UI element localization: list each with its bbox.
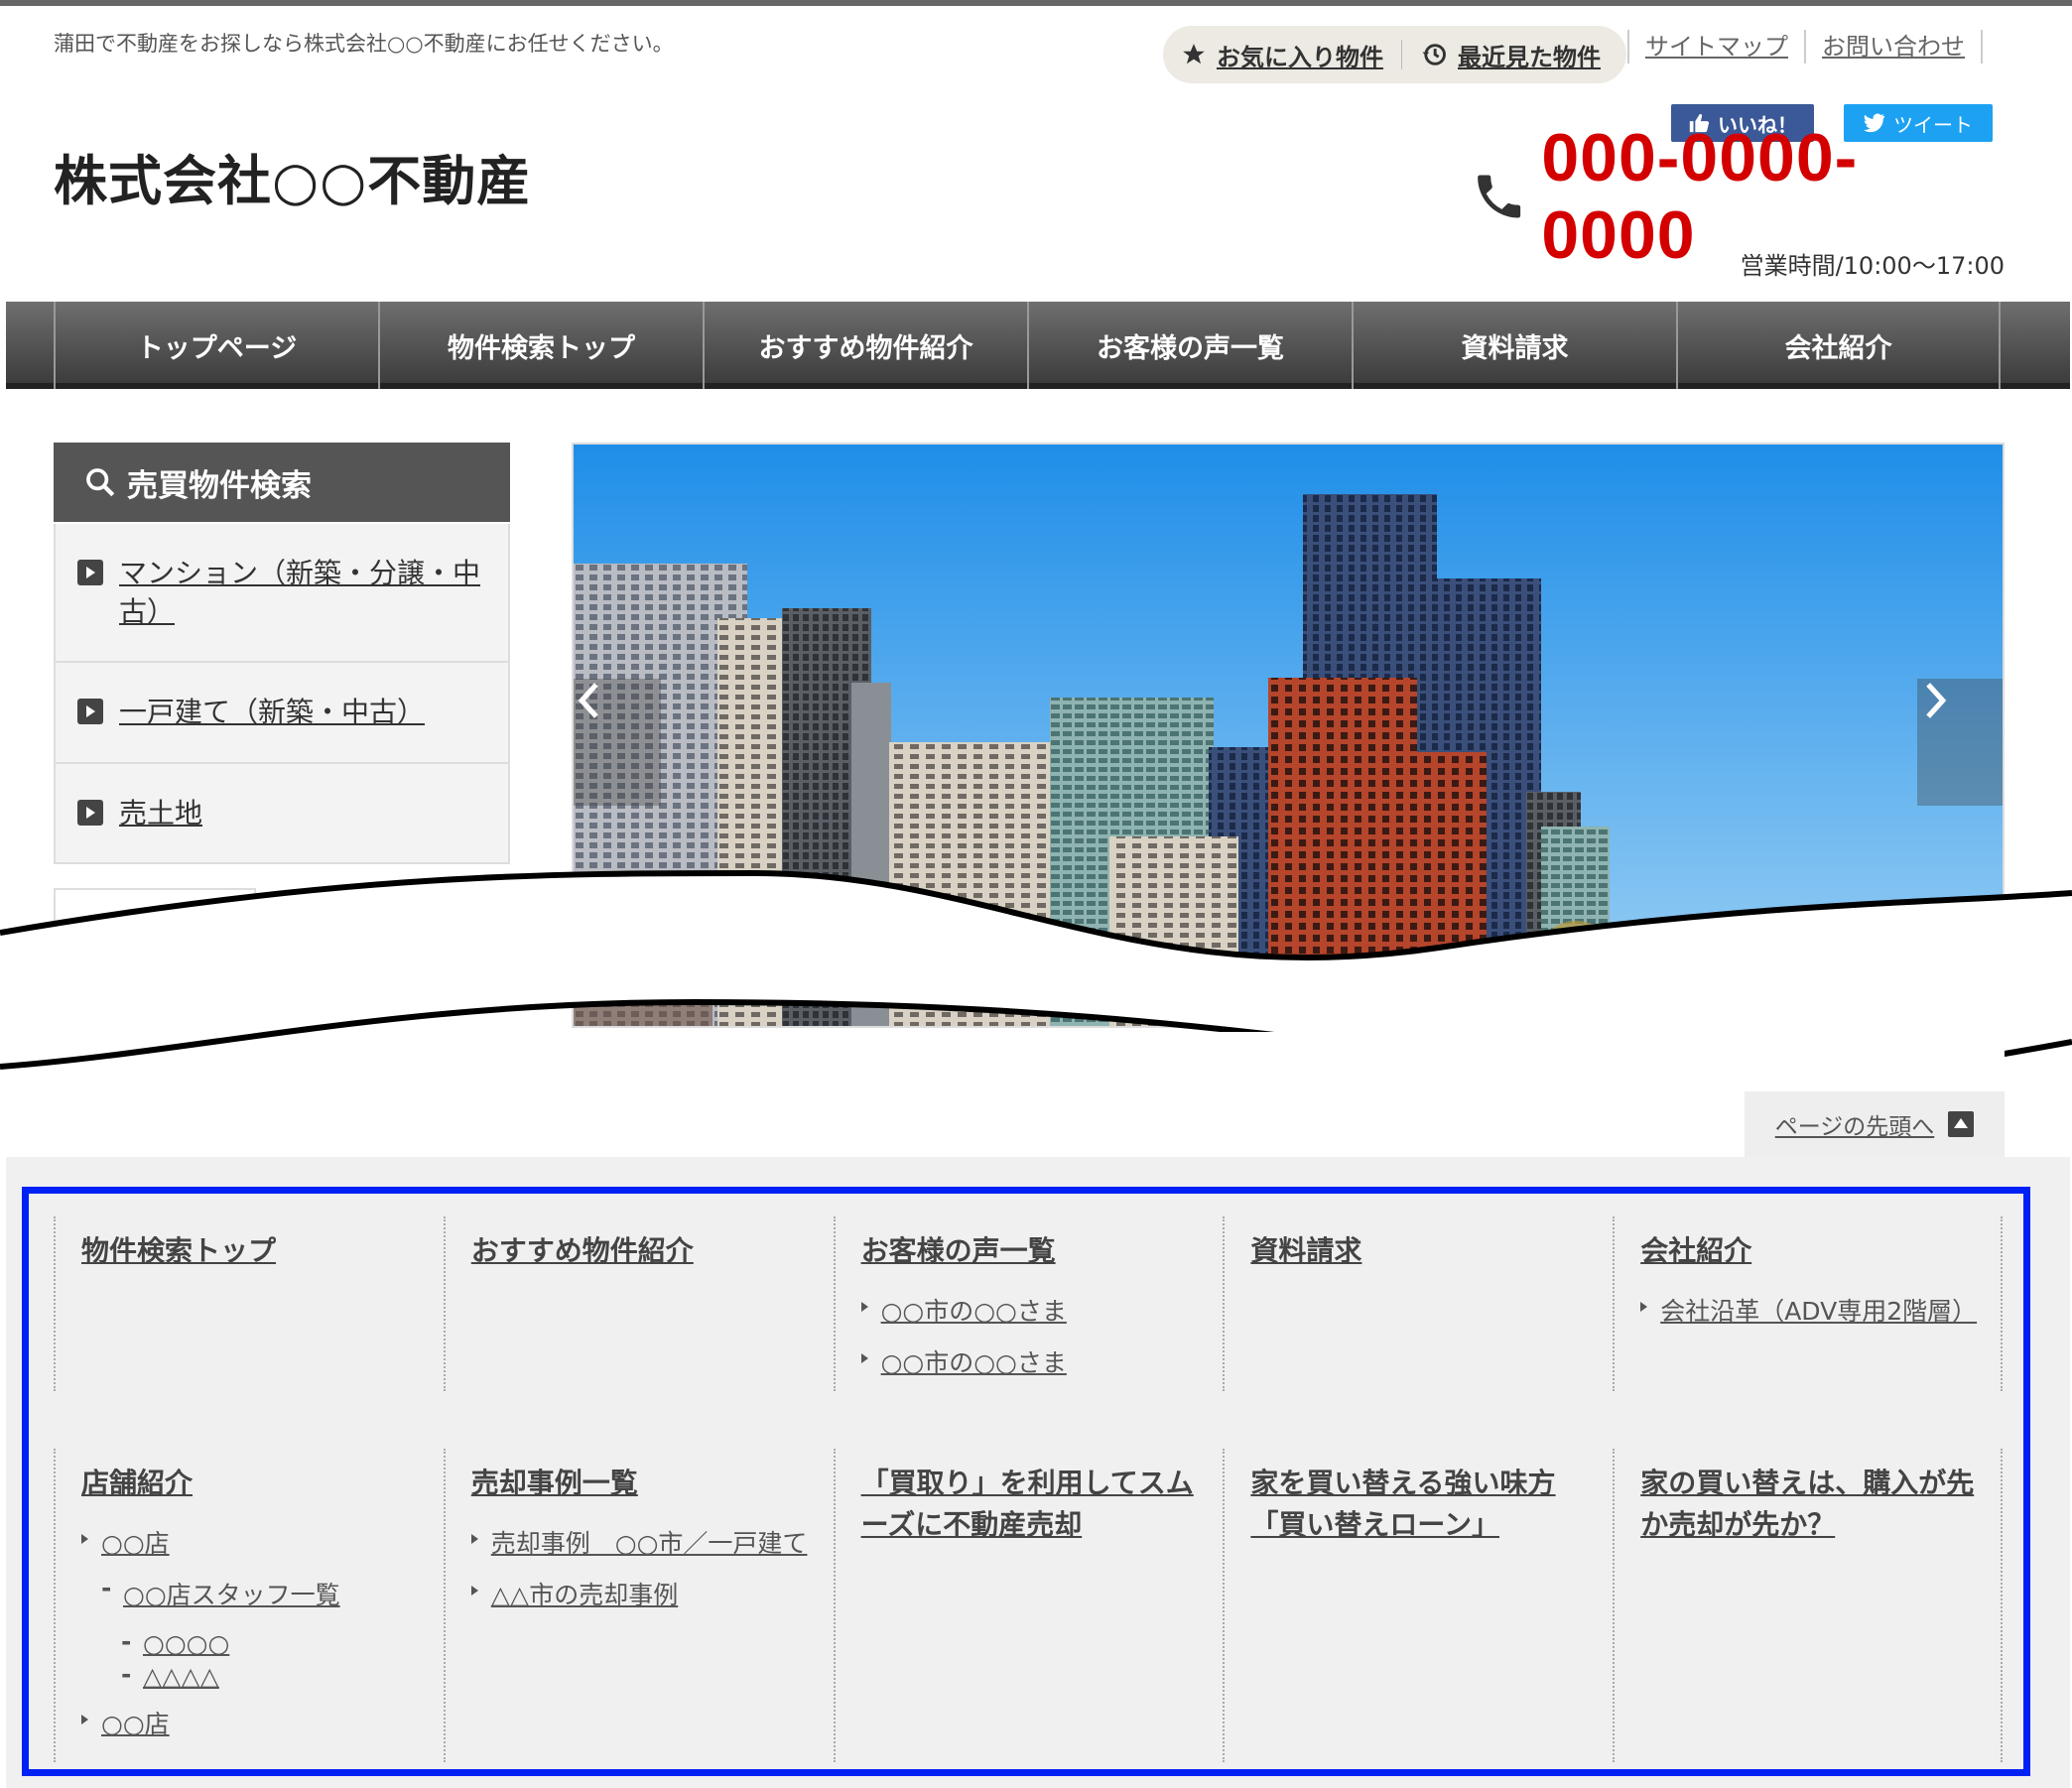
footer-link-search-top[interactable]: 物件検索トップ bbox=[81, 1230, 418, 1272]
slider-prev-button[interactable] bbox=[574, 679, 661, 806]
list-item: ○○市の○○さま bbox=[860, 1292, 1198, 1328]
recent-label: 最近見た物件 bbox=[1458, 43, 1601, 71]
phone-block: 000-0000-0000 bbox=[1471, 120, 2007, 273]
staff-link-b[interactable]: △△△△ bbox=[143, 1662, 219, 1691]
staff-link-a[interactable]: ○○○○ bbox=[143, 1629, 229, 1658]
list-item: 会社沿革（ADV専用2階層） bbox=[1640, 1292, 1977, 1328]
voices-sublist: ○○市の○○さま ○○市の○○さま bbox=[860, 1292, 1198, 1379]
search-title-text: 売買物件検索 bbox=[127, 467, 312, 504]
list-item: ○○○○ bbox=[121, 1627, 418, 1658]
footer-sitemap-row-1: 物件検索トップ おすすめ物件紹介 お客様の声一覧 ○○市の○○さま ○○市の○○… bbox=[54, 1216, 2003, 1391]
top-border bbox=[0, 0, 2072, 6]
slider-next-button[interactable] bbox=[1917, 679, 2003, 806]
sales-sublist: 売却事例 ○○市／一戸建て △△市の売却事例 bbox=[470, 1524, 808, 1611]
footer-link-sales[interactable]: 売却事例一覧 bbox=[471, 1463, 808, 1504]
footer-col-replace: 家の買い替えは、購入が先か売却が先か？ bbox=[1613, 1449, 2003, 1762]
footer-col-search: 物件検索トップ bbox=[54, 1216, 444, 1391]
store-link-2[interactable]: ○○店 bbox=[101, 1710, 170, 1738]
footer-link-voices[interactable]: お客様の声一覧 bbox=[861, 1230, 1198, 1272]
staff-sublist: ○○店スタッフ一覧 bbox=[81, 1574, 418, 1611]
footer-col-voices: お客様の声一覧 ○○市の○○さま ○○市の○○さま bbox=[833, 1216, 1224, 1391]
nav-recommended[interactable]: おすすめ物件紹介 bbox=[703, 302, 1027, 389]
favorites-link[interactable]: お気に入り物件 bbox=[1163, 38, 1401, 72]
nav-testimonials[interactable]: お客様の声一覧 bbox=[1027, 302, 1352, 389]
recent-link[interactable]: 最近見た物件 bbox=[1402, 38, 1619, 72]
history-icon bbox=[1422, 44, 1446, 65]
nav-property-search[interactable]: 物件検索トップ bbox=[378, 302, 703, 389]
contact-link[interactable]: お問い合わせ bbox=[1804, 30, 1983, 64]
search-item-land: 売土地 bbox=[56, 763, 508, 862]
page-cut-wave bbox=[0, 869, 2072, 1091]
footer-link-docs[interactable]: 資料請求 bbox=[1250, 1230, 1587, 1272]
chevron-right-icon bbox=[1926, 683, 1947, 718]
store-link-1[interactable]: ○○店 bbox=[101, 1529, 170, 1558]
history-link[interactable]: 会社沿革（ADV専用2階層） bbox=[1660, 1297, 1977, 1326]
business-hours: 営業時間/10:00～17:00 bbox=[1740, 252, 2005, 280]
list-item: ○○市の○○さま bbox=[860, 1343, 1198, 1379]
company-logo[interactable]: 株式会社○○不動産 bbox=[54, 137, 531, 215]
chevron-left-icon bbox=[578, 683, 598, 718]
search-category-list: マンション（新築・分譲・中古） 一戸建て（新築・中古） 売土地 bbox=[54, 524, 510, 864]
search-link-house[interactable]: 一戸建て（新築・中古） bbox=[119, 693, 425, 731]
footer-link-buyback[interactable]: 「買取り」を利用してスムーズに不動産売却 bbox=[861, 1463, 1198, 1546]
utility-links: サイトマップ お問い合わせ bbox=[1627, 30, 1983, 64]
play-square-icon bbox=[77, 699, 103, 725]
voice-link-2[interactable]: ○○市の○○さま bbox=[881, 1348, 1067, 1377]
search-item-house: 一戸建て（新築・中古） bbox=[56, 663, 508, 764]
play-square-icon bbox=[77, 799, 103, 826]
footer-col-docs: 資料請求 bbox=[1223, 1216, 1613, 1391]
star-icon bbox=[1183, 44, 1205, 64]
list-item: △△市の売却事例 bbox=[470, 1576, 808, 1611]
page-top-link-box: ページの先頭へ bbox=[1745, 1091, 2005, 1157]
footer-col-buyback: 「買取り」を利用してスムーズに不動産売却 bbox=[833, 1449, 1224, 1762]
stores-sublist: ○○店 ○○店スタッフ一覧 ○○○○ △△△△ ○○店 bbox=[81, 1524, 418, 1740]
global-nav: トップページ 物件検索トップ おすすめ物件紹介 お客様の声一覧 資料請求 会社紹… bbox=[6, 302, 2070, 389]
favorites-label: お気に入り物件 bbox=[1217, 43, 1383, 71]
search-link-land[interactable]: 売土地 bbox=[119, 794, 202, 832]
footer-link-loan[interactable]: 家を買い替える強い味方「買い替えローン」 bbox=[1250, 1463, 1587, 1546]
footer-col-stores: 店舗紹介 ○○店 ○○店スタッフ一覧 ○○○○ △△△△ ○○店 bbox=[54, 1449, 444, 1762]
footer-col-recommend: おすすめ物件紹介 bbox=[443, 1216, 834, 1391]
user-links-pill: お気に入り物件 最近見た物件 bbox=[1163, 26, 1626, 83]
search-link-mansion[interactable]: マンション（新築・分譲・中古） bbox=[119, 554, 486, 631]
footer-link-replace[interactable]: 家の買い替えは、購入が先か売却が先か？ bbox=[1640, 1463, 1975, 1546]
list-item: △△△△ bbox=[121, 1660, 418, 1691]
staff-members: ○○○○ △△△△ bbox=[81, 1627, 418, 1691]
list-item: ○○店 bbox=[81, 1705, 418, 1740]
staff-list-link[interactable]: ○○店スタッフ一覧 bbox=[123, 1581, 340, 1609]
nav-request-docs[interactable]: 資料請求 bbox=[1352, 302, 1676, 389]
nav-top-page[interactable]: トップページ bbox=[54, 302, 378, 389]
voice-link-1[interactable]: ○○市の○○さま bbox=[881, 1297, 1067, 1326]
footer-col-company: 会社紹介 会社沿革（ADV専用2階層） bbox=[1613, 1216, 2003, 1391]
sales-link-2[interactable]: △△市の売却事例 bbox=[491, 1581, 678, 1609]
phone-icon bbox=[1478, 175, 1521, 218]
company-sublist: 会社沿革（ADV専用2階層） bbox=[1640, 1292, 1977, 1328]
footer-col-sales: 売却事例一覧 売却事例 ○○市／一戸建て △△市の売却事例 bbox=[443, 1449, 834, 1762]
list-item: 売却事例 ○○市／一戸建て bbox=[470, 1524, 808, 1560]
list-item: ○○店スタッフ一覧 bbox=[101, 1574, 418, 1611]
search-icon bbox=[86, 468, 115, 497]
footer-link-company[interactable]: 会社紹介 bbox=[1640, 1230, 1975, 1272]
footer-link-recommend[interactable]: おすすめ物件紹介 bbox=[471, 1230, 808, 1272]
footer-col-loan: 家を買い替える強い味方「買い替えローン」 bbox=[1223, 1449, 1613, 1762]
footer-sitemap-row-2: 店舗紹介 ○○店 ○○店スタッフ一覧 ○○○○ △△△△ ○○店 売却事例一覧 … bbox=[54, 1449, 2003, 1762]
sales-link-1[interactable]: 売却事例 ○○市／一戸建て bbox=[491, 1529, 808, 1558]
sitemap-link[interactable]: サイトマップ bbox=[1627, 30, 1804, 64]
list-item: ○○店 bbox=[81, 1524, 418, 1560]
nav-company[interactable]: 会社紹介 bbox=[1676, 302, 2001, 389]
search-item-mansion: マンション（新築・分譲・中古） bbox=[56, 524, 508, 664]
page-top-link[interactable]: ページの先頭へ bbox=[1775, 1107, 1935, 1141]
site-tagline: 蒲田で不動産をお探しなら株式会社○○不動産にお任せください。 bbox=[54, 32, 674, 56]
search-box-title: 売買物件検索 bbox=[54, 443, 510, 522]
play-square-icon bbox=[77, 560, 103, 585]
footer-link-stores[interactable]: 店舗紹介 bbox=[81, 1463, 418, 1504]
arrow-up-icon[interactable] bbox=[1948, 1111, 1975, 1137]
